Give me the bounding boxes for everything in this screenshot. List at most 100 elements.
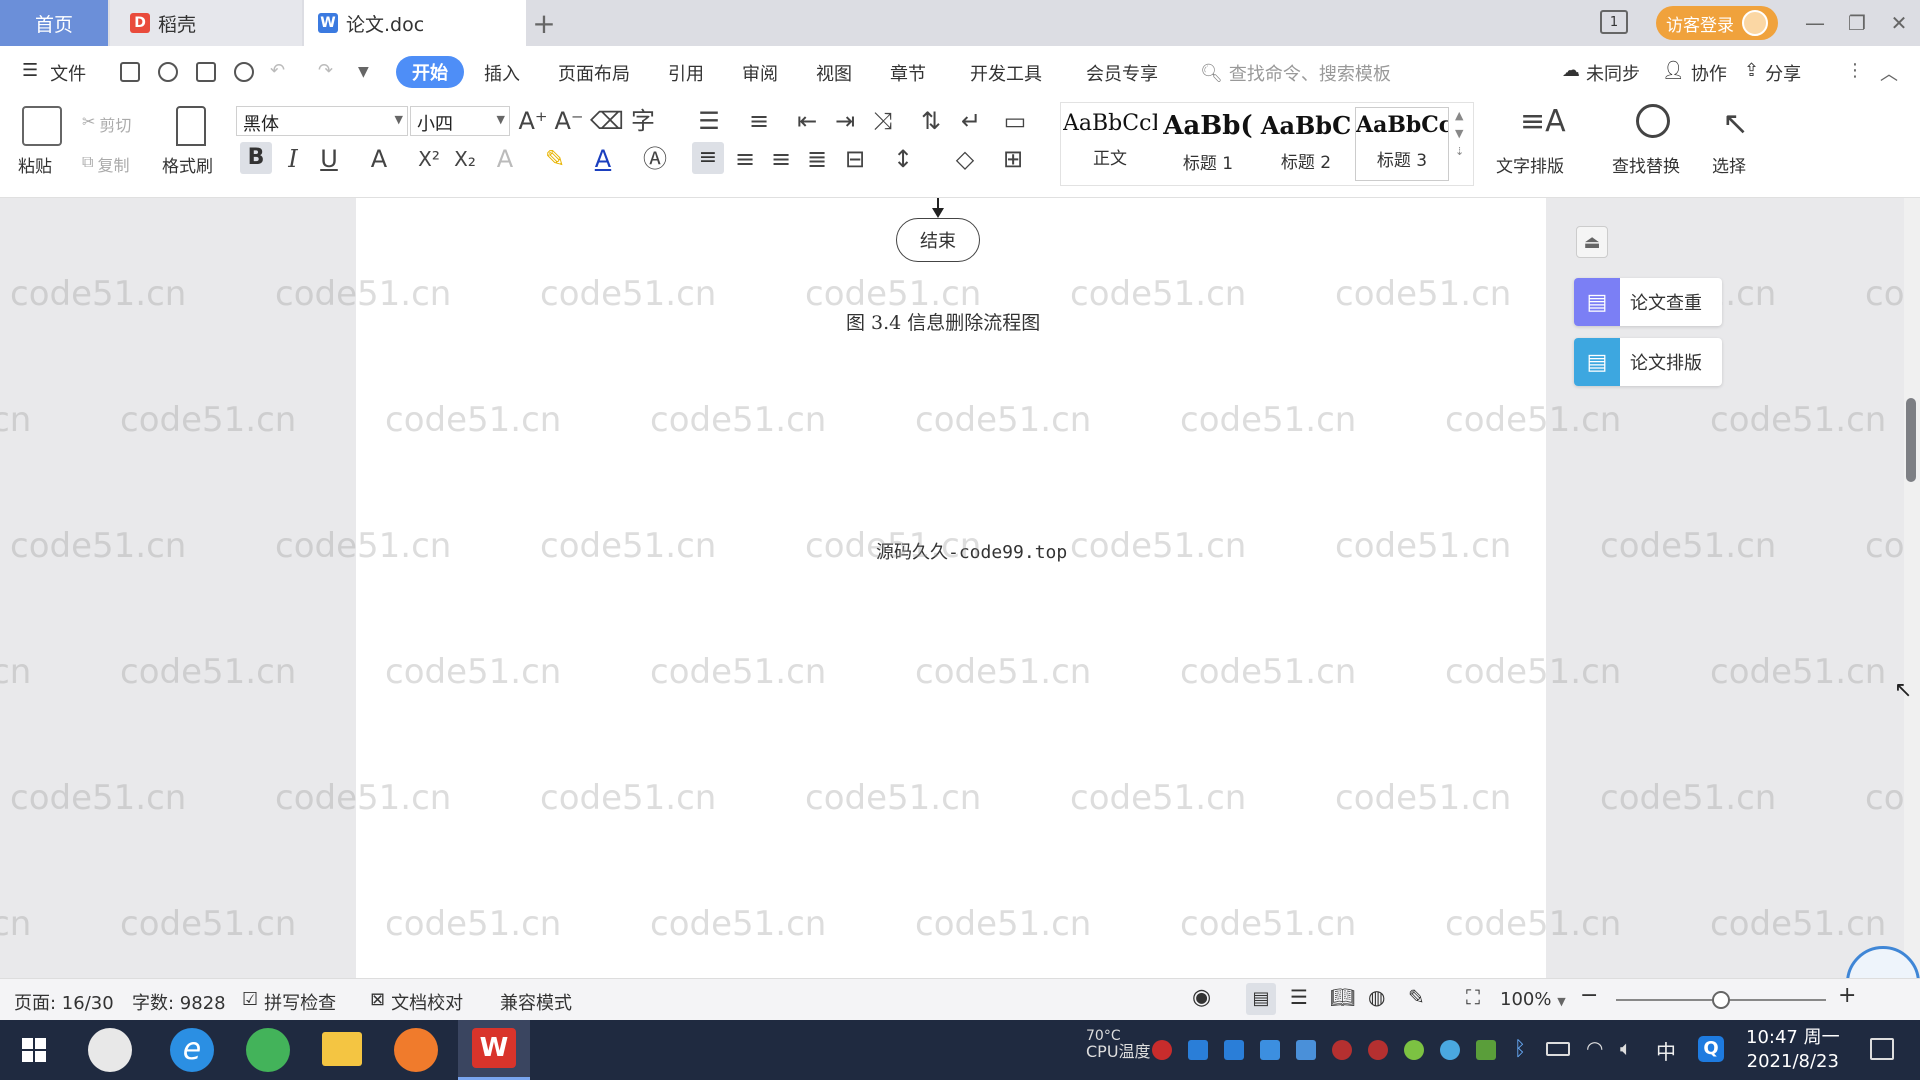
chinese-layout-icon[interactable]: ⤨ — [868, 106, 898, 136]
cut-button[interactable]: ✂ 剪切 — [82, 112, 131, 136]
web-view-icon[interactable]: ◍ — [1368, 985, 1385, 1009]
wps-taskbar-item[interactable]: W — [458, 1020, 530, 1080]
text-effect-icon[interactable]: A — [490, 144, 520, 174]
windows-start-icon[interactable] — [22, 1038, 46, 1062]
tab-start[interactable]: 开始 — [396, 56, 464, 88]
align-right-button[interactable]: ≡ — [766, 144, 796, 174]
vertical-scrollbar[interactable] — [1904, 198, 1920, 978]
tab-view[interactable]: 视图 — [816, 60, 852, 86]
tray-app-icon[interactable] — [1332, 1040, 1352, 1060]
tab-developer[interactable]: 开发工具 — [970, 60, 1042, 86]
thesis-layout-button[interactable]: ▤ 论文排版 — [1574, 338, 1722, 386]
nvidia-icon[interactable] — [1476, 1040, 1496, 1060]
phonetic-guide-icon[interactable]: 字 — [628, 106, 658, 136]
word-count[interactable]: 字数: 9828 — [132, 989, 226, 1015]
collapse-ribbon-icon[interactable]: ︿ — [1880, 60, 1898, 86]
clear-format-icon[interactable]: ⌫ — [590, 106, 624, 136]
thesis-check-button[interactable]: ▤ 论文查重 — [1574, 278, 1722, 326]
decrease-indent-icon[interactable]: ⇤ — [792, 106, 822, 136]
bluetooth-icon[interactable]: ᛒ — [1514, 1036, 1526, 1060]
restore-icon[interactable]: ❐ — [1840, 8, 1874, 38]
page-view-icon[interactable]: ▤ — [1246, 983, 1276, 1015]
guest-login-button[interactable]: 访客登录 — [1656, 6, 1778, 40]
distribute-button[interactable]: ⊟ — [840, 144, 870, 174]
panel-collapse-button[interactable]: ⏏ — [1576, 226, 1608, 258]
reading-view-icon[interactable]: 📖︎ — [1330, 985, 1355, 1009]
new-tab-button[interactable]: + — [530, 0, 558, 46]
borders-icon[interactable]: ⊞ — [998, 144, 1028, 174]
font-name-select[interactable]: 黑体 ▼ — [236, 106, 408, 136]
undo-icon[interactable]: ↶ — [270, 60, 285, 81]
style-heading-3[interactable]: AaBbCcl 标题 3 — [1355, 107, 1449, 181]
ie-browser-icon[interactable]: e — [170, 1028, 214, 1072]
tab-member[interactable]: 会员专享 — [1086, 60, 1158, 86]
zoom-out-button[interactable]: − — [1580, 983, 1598, 1008]
game-app-icon[interactable] — [394, 1028, 438, 1072]
shrink-font-icon[interactable]: A⁻ — [554, 106, 584, 136]
highlight-icon[interactable]: ✎ — [540, 144, 570, 174]
pinwheel-app-icon[interactable] — [88, 1028, 132, 1072]
sync-button[interactable]: ☁ 未同步 — [1562, 60, 1640, 86]
align-center-button[interactable]: ≡ — [730, 144, 760, 174]
file-explorer-icon[interactable] — [322, 1032, 362, 1066]
ruler-icon[interactable]: ▭ — [1000, 106, 1030, 136]
file-menu[interactable]: ☰ 文件 — [22, 60, 86, 86]
align-left-button[interactable]: ≡ — [692, 142, 724, 174]
copy-button[interactable]: ⧉ 复制 — [82, 152, 129, 176]
volume-icon[interactable]: 🔈︎ — [1620, 1036, 1632, 1060]
clock[interactable]: 10:47 周一 2021/8/23 — [1746, 1026, 1840, 1074]
tray-app-icon[interactable] — [1440, 1040, 1460, 1060]
print-preview-icon[interactable] — [234, 62, 254, 82]
more-icon[interactable]: ⋮ — [1846, 60, 1864, 81]
export-icon[interactable] — [158, 62, 178, 82]
outline-view-icon[interactable]: ☰ — [1290, 985, 1308, 1009]
paste-button[interactable]: 粘贴 — [18, 152, 52, 177]
text-layout-button[interactable]: 文字排版 — [1496, 152, 1564, 177]
wifi-icon[interactable]: ◠ — [1586, 1036, 1603, 1060]
print-icon[interactable] — [196, 62, 216, 82]
360-browser-icon[interactable] — [246, 1028, 290, 1072]
show-marks-icon[interactable]: ↵ — [956, 106, 986, 136]
shield-icon[interactable] — [1296, 1040, 1316, 1060]
tray-app-icon[interactable] — [1152, 1040, 1172, 1060]
style-normal[interactable]: AaBbCcI 正文 — [1063, 111, 1157, 177]
ime-indicator[interactable]: 中 — [1656, 1036, 1676, 1065]
justify-button[interactable]: ≣ — [802, 144, 832, 174]
battery-icon[interactable] — [1546, 1042, 1570, 1056]
tab-page-layout[interactable]: 页面布局 — [558, 60, 630, 86]
share-button[interactable]: ⇪ 分享 — [1744, 60, 1801, 86]
format-painter-button[interactable]: 格式刷 — [162, 152, 213, 177]
strikethrough-button[interactable]: A — [364, 144, 394, 174]
redo-icon[interactable]: ↷ — [318, 60, 333, 81]
tray-app-icon[interactable] — [1368, 1040, 1388, 1060]
document-page[interactable]: 结束 图 3.4 信息删除流程图 源码久久-code99.top — [356, 198, 1546, 978]
fit-page-icon[interactable]: ⛶ — [1466, 985, 1480, 1009]
command-search[interactable]: 🔍︎ 查找命令、搜索模板 — [1200, 60, 1391, 86]
tab-chapter[interactable]: 章节 — [890, 60, 926, 86]
tray-app-icon[interactable] — [1188, 1040, 1208, 1060]
line-spacing-icon[interactable]: ↕ — [888, 144, 918, 174]
bold-button[interactable]: B — [240, 142, 272, 174]
char-border-icon[interactable]: Ⓐ — [640, 144, 670, 174]
chevron-down-icon[interactable]: ▼ — [358, 64, 369, 80]
zoom-select[interactable]: 100% ▼ — [1500, 989, 1566, 1010]
numbered-list-icon[interactable]: ≡ — [744, 106, 774, 136]
style-heading-1[interactable]: AaBb( 标题 1 — [1161, 111, 1255, 177]
sort-icon[interactable]: ⇅ — [916, 106, 946, 136]
increase-indent-icon[interactable]: ⇥ — [830, 106, 860, 136]
font-size-select[interactable]: 小四 ▼ — [410, 106, 510, 136]
find-replace-button[interactable]: 查找替换 — [1612, 152, 1680, 177]
proofread-button[interactable]: ⊠ 文档校对 — [370, 989, 463, 1015]
zoom-in-button[interactable]: + — [1838, 983, 1856, 1008]
tab-review[interactable]: 审阅 — [742, 60, 778, 86]
tab-home[interactable]: 首页 — [0, 0, 108, 46]
superscript-button[interactable]: X² — [414, 144, 444, 174]
notifications-icon[interactable] — [1870, 1038, 1894, 1060]
select-button[interactable]: 选择 — [1712, 152, 1746, 177]
italic-button[interactable]: I — [278, 144, 308, 174]
underline-button[interactable]: U — [314, 144, 344, 174]
shading-icon[interactable]: ◇ — [950, 144, 980, 174]
paste-icon[interactable] — [22, 106, 62, 146]
style-heading-2[interactable]: AaBbC 标题 2 — [1259, 111, 1353, 177]
close-icon[interactable]: ✕ — [1882, 8, 1916, 38]
